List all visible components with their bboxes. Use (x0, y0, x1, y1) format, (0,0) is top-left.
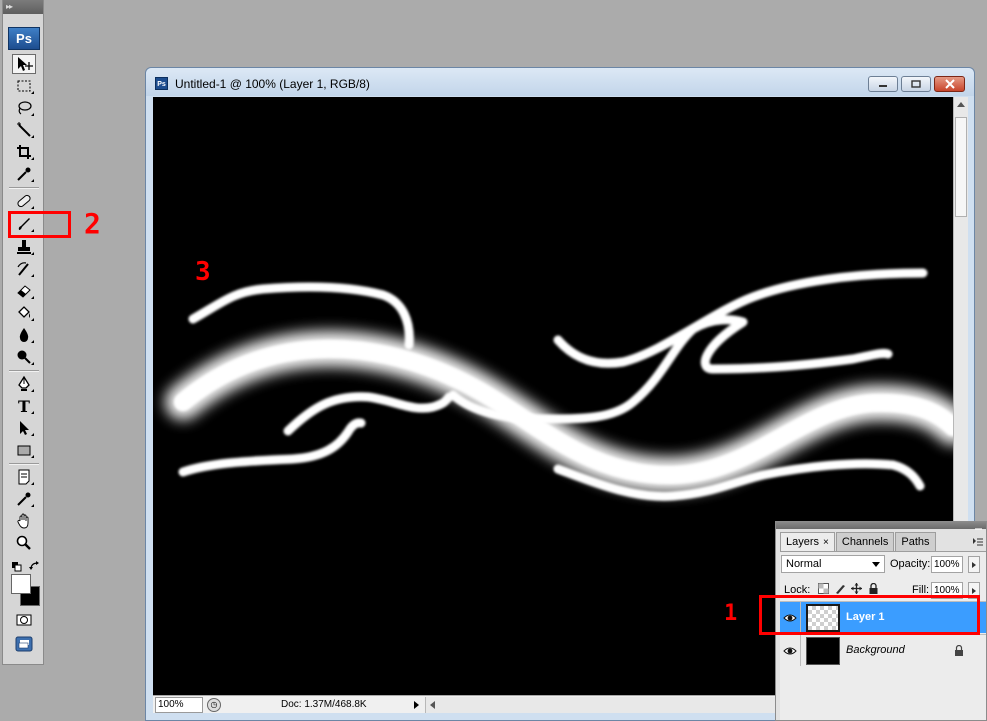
swap-colors-icon[interactable] (29, 560, 41, 572)
close-icon (944, 79, 955, 89)
layer-lock-icon (955, 645, 963, 656)
tab-layers-label: Layers (786, 535, 820, 548)
layer-row-background[interactable]: Background (780, 634, 986, 666)
default-colors-icon[interactable] (12, 562, 22, 572)
lock-transparent-pixels-icon[interactable] (818, 583, 829, 594)
photoshop-logo: Ps (8, 27, 40, 50)
toolbox-separator (9, 463, 39, 465)
close-button[interactable] (934, 76, 965, 92)
toolbox: ▸▸ Ps T (2, 0, 44, 665)
move-tool-icon[interactable] (12, 54, 36, 74)
panel-tabs: Layers × Channels Paths (780, 532, 937, 551)
rectangle-tool-icon[interactable] (12, 440, 36, 460)
opacity-label: Opacity: (890, 558, 931, 570)
zoom-field[interactable]: 100% (155, 696, 203, 713)
doc-size: Doc: 1.37M/468.8K (281, 699, 367, 710)
document-title: Untitled-1 @ 100% (Layer 1, RGB/8) (175, 77, 370, 91)
ps-document-icon: Ps (155, 77, 168, 90)
opacity-arrow-icon[interactable] (968, 556, 980, 573)
color-sampler-tool-icon[interactable] (12, 489, 36, 509)
minimize-button[interactable] (868, 76, 898, 92)
tab-close-icon[interactable]: × (823, 534, 829, 551)
annotation-box-layer-1 (759, 595, 980, 635)
lock-all-icon[interactable] (868, 583, 879, 594)
paint-bucket-tool-icon[interactable] (12, 303, 36, 323)
layer-name: Background (846, 644, 905, 656)
dodge-tool-icon[interactable] (12, 347, 36, 367)
toolbox-separator (9, 370, 39, 372)
panel-collapse-icon[interactable] (974, 524, 983, 533)
maximize-button[interactable] (901, 76, 931, 92)
visibility-toggle[interactable] (780, 635, 801, 666)
tab-channels-label: Channels (841, 535, 889, 548)
layers-panel-body: Normal Opacity: 100% Lock: Fill: 100% La… (780, 551, 986, 720)
eyedropper-tool-icon[interactable] (12, 164, 36, 184)
annotation-number-3: 3 (195, 257, 211, 287)
scroll-up-icon[interactable] (957, 102, 965, 107)
status-info-icon[interactable]: ◷ (207, 697, 221, 712)
notes-tool-icon[interactable] (12, 467, 36, 487)
healing-brush-tool-icon[interactable] (12, 191, 36, 211)
tab-paths[interactable]: Paths (895, 532, 936, 551)
history-brush-tool-icon[interactable] (12, 259, 36, 279)
blur-tool-icon[interactable] (12, 325, 36, 345)
type-tool-icon[interactable]: T (12, 396, 36, 416)
marquee-tool-icon[interactable] (12, 76, 36, 96)
scroll-left-icon[interactable] (430, 700, 435, 709)
screen-mode-icon[interactable] (12, 634, 36, 654)
lock-position-icon[interactable] (851, 583, 862, 594)
vertical-scroll-thumb[interactable] (955, 117, 967, 217)
eye-icon (783, 647, 797, 655)
blend-mode-select[interactable]: Normal (781, 555, 885, 573)
panel-drag-bar[interactable] (776, 522, 986, 529)
minimize-icon (879, 85, 887, 87)
opacity-field[interactable]: 100% (931, 556, 963, 573)
pen-tool-icon[interactable] (12, 374, 36, 394)
restore-icon (911, 80, 921, 88)
crop-tool-icon[interactable] (12, 142, 36, 162)
tab-layers[interactable]: Layers × (780, 532, 835, 551)
lasso-tool-icon[interactable] (12, 98, 36, 118)
eraser-tool-icon[interactable] (12, 281, 36, 301)
foreground-color-swatch[interactable] (11, 574, 31, 594)
chevron-down-icon (872, 562, 880, 567)
annotation-number-2: 2 (84, 207, 101, 240)
type-tool-glyph: T (18, 396, 30, 416)
lock-image-pixels-icon[interactable] (835, 583, 846, 594)
panel-menu-icon[interactable] (972, 536, 984, 548)
thin-strokes (178, 268, 928, 501)
tab-channels[interactable]: Channels (835, 532, 895, 551)
magic-wand-tool-icon[interactable] (12, 120, 36, 140)
toolbox-grip[interactable]: ▸▸ (3, 0, 43, 14)
annotation-number-1: 1 (724, 601, 738, 626)
clone-stamp-tool-icon[interactable] (12, 237, 36, 257)
hand-tool-icon[interactable] (12, 511, 36, 531)
tab-paths-label: Paths (901, 535, 930, 548)
toolbox-separator (9, 187, 39, 189)
document-titlebar[interactable]: Ps Untitled-1 @ 100% (Layer 1, RGB/8) (146, 68, 974, 96)
path-selection-tool-icon[interactable] (12, 418, 36, 438)
status-menu-arrow-icon[interactable] (411, 698, 421, 712)
zoom-tool-icon[interactable] (12, 533, 36, 553)
blend-mode-value: Normal (786, 558, 822, 570)
quick-mask-icon[interactable] (12, 610, 36, 630)
annotation-box-brush (8, 211, 71, 238)
layer-thumbnail (806, 637, 840, 665)
